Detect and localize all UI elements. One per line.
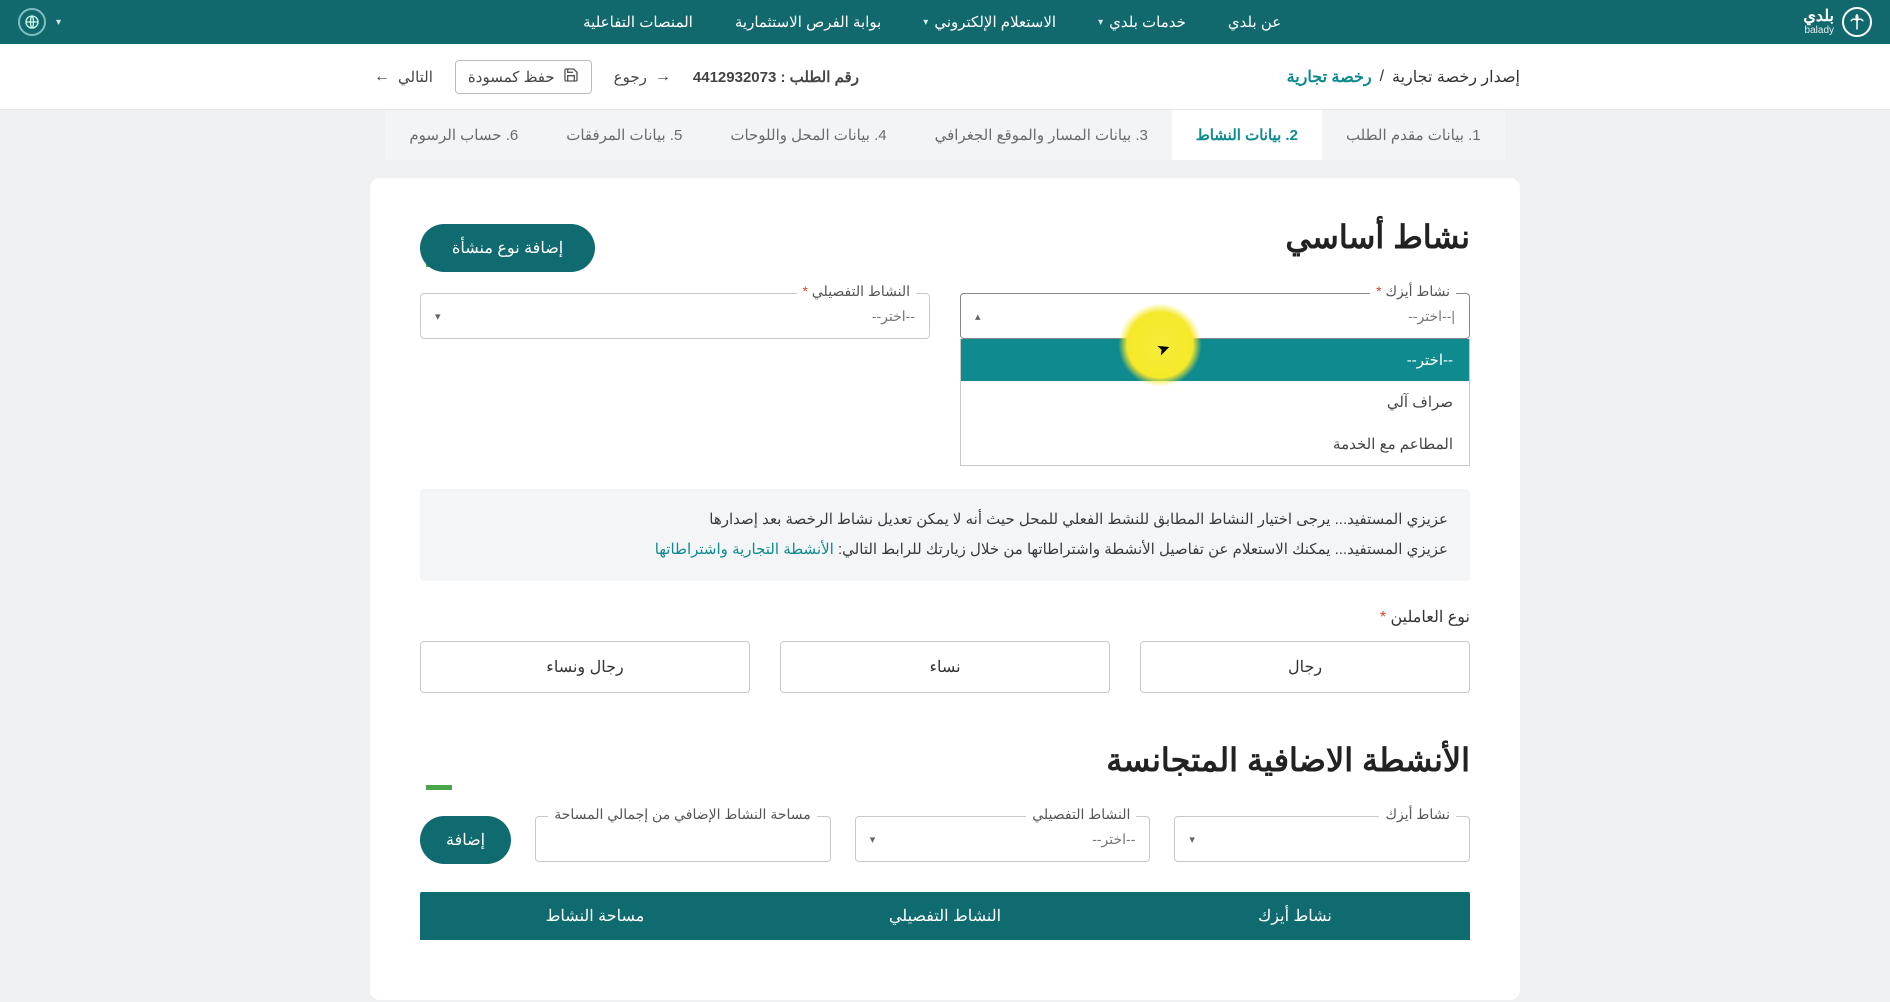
- breadcrumb-root[interactable]: إصدار رخصة تجارية: [1392, 67, 1520, 87]
- tab-location[interactable]: 3. بيانات المسار والموقع الجغرافي: [911, 110, 1172, 160]
- additional-isic-label: نشاط أيزك: [1379, 806, 1456, 823]
- detailed-activity-label: النشاط التفصيلي *: [797, 283, 916, 300]
- th-isic: نشاط أيزك: [1120, 906, 1470, 926]
- add-additional-activity-button[interactable]: إضافة: [420, 816, 511, 864]
- main-card: نشاط أساسي إضافة نوع منشأة نشاط أيزك * |…: [370, 178, 1520, 1000]
- nav-about[interactable]: عن بلدي: [1228, 13, 1281, 31]
- language-icon[interactable]: [18, 8, 46, 36]
- workers-type-label: نوع العاملين *: [420, 607, 1470, 627]
- nav-investment[interactable]: بوابة الفرص الاستثمارية: [735, 13, 881, 31]
- brand-logo[interactable]: بلدي balady: [1803, 7, 1872, 37]
- additional-table-header: نشاط أيزك النشاط التفصيلي مساحة النشاط: [420, 892, 1470, 940]
- section-additional-title: الأنشطة الاضافية المتجانسة: [420, 741, 1470, 779]
- page-subheader: إصدار رخصة تجارية / رخصة تجارية ← التالي…: [0, 44, 1890, 110]
- chevron-down-icon: ▾: [870, 833, 876, 846]
- nav-platforms[interactable]: المنصات التفاعلية: [583, 13, 693, 31]
- tab-applicant[interactable]: 1. بيانات مقدم الطلب: [1322, 110, 1505, 160]
- info-line-2: عزيزي المستفيد... يمكنك الاستعلام عن تفا…: [442, 535, 1448, 565]
- save-icon: [563, 67, 579, 87]
- request-number: رقم الطلب : 4412932073: [693, 68, 859, 86]
- tab-activity[interactable]: 2. بيانات النشاط: [1172, 110, 1322, 160]
- dropdown-option-choose[interactable]: --اختر--: [961, 339, 1469, 381]
- workers-option-men[interactable]: رجال: [1140, 641, 1470, 693]
- nav-einquiry[interactable]: الاستعلام الإلكتروني▾: [923, 13, 1056, 31]
- dropdown-option-restaurants[interactable]: المطاعم مع الخدمة: [961, 423, 1469, 465]
- add-facility-type-button[interactable]: إضافة نوع منشأة: [420, 224, 595, 272]
- arrow-left-icon: ←: [374, 68, 390, 86]
- next-button[interactable]: ← التالي: [370, 64, 437, 90]
- nav-services[interactable]: خدمات بلدي▾: [1098, 13, 1186, 31]
- chevron-down-icon[interactable]: ▾: [56, 17, 61, 28]
- chevron-down-icon: ▾: [1189, 833, 1195, 846]
- palm-icon: [1842, 7, 1872, 37]
- info-line-1: عزيزي المستفيد... يرجى اختيار النشاط الم…: [442, 505, 1448, 535]
- save-draft-button[interactable]: حفظ كمسودة: [455, 60, 592, 94]
- chevron-down-icon: ▾: [1098, 17, 1103, 28]
- chevron-down-icon: ▾: [435, 310, 441, 323]
- isic-activity-label: نشاط أيزك *: [1370, 283, 1456, 300]
- th-area: مساحة النشاط: [420, 906, 770, 926]
- brand-sub: balady: [1803, 25, 1834, 36]
- th-detail: النشاط التفصيلي: [770, 906, 1120, 926]
- top-nav-links: عن بلدي خدمات بلدي▾ الاستعلام الإلكتروني…: [583, 13, 1281, 31]
- chevron-down-icon: ▾: [923, 17, 928, 28]
- activities-conditions-link[interactable]: الأنشطة التجارية واشتراطاتها: [655, 541, 834, 558]
- additional-detail-label: النشاط التفصيلي: [1026, 806, 1136, 823]
- tab-attachments[interactable]: 5. بيانات المرفقات: [542, 110, 706, 160]
- isic-activity-dropdown: --اختر-- صراف آلي المطاعم مع الخدمة: [960, 339, 1470, 466]
- top-navbar: بلدي balady عن بلدي خدمات بلدي▾ الاستعلا…: [0, 0, 1890, 44]
- title-accent: [426, 785, 452, 790]
- breadcrumb: إصدار رخصة تجارية / رخصة تجارية: [1287, 67, 1520, 87]
- info-box: عزيزي المستفيد... يرجى اختيار النشاط الم…: [420, 489, 1470, 581]
- dropdown-option-atm[interactable]: صراف آلي: [961, 381, 1469, 423]
- arrow-right-icon: →: [655, 68, 671, 86]
- additional-area-label: مساحة النشاط الإضافي من إجمالي المساحة: [548, 806, 817, 823]
- back-button[interactable]: رجوع →: [610, 64, 675, 90]
- brand-name: بلدي: [1803, 9, 1834, 25]
- workers-option-women[interactable]: نساء: [780, 641, 1110, 693]
- wizard-tabs: 1. بيانات مقدم الطلب 2. بيانات النشاط 3.…: [0, 110, 1890, 160]
- tab-shop-boards[interactable]: 4. بيانات المحل واللوحات: [706, 110, 910, 160]
- chevron-up-icon: ▴: [975, 310, 981, 323]
- workers-option-both[interactable]: رجال ونساء: [420, 641, 750, 693]
- breadcrumb-current: رخصة تجارية: [1287, 67, 1372, 87]
- tab-fees[interactable]: 6. حساب الرسوم: [385, 110, 542, 160]
